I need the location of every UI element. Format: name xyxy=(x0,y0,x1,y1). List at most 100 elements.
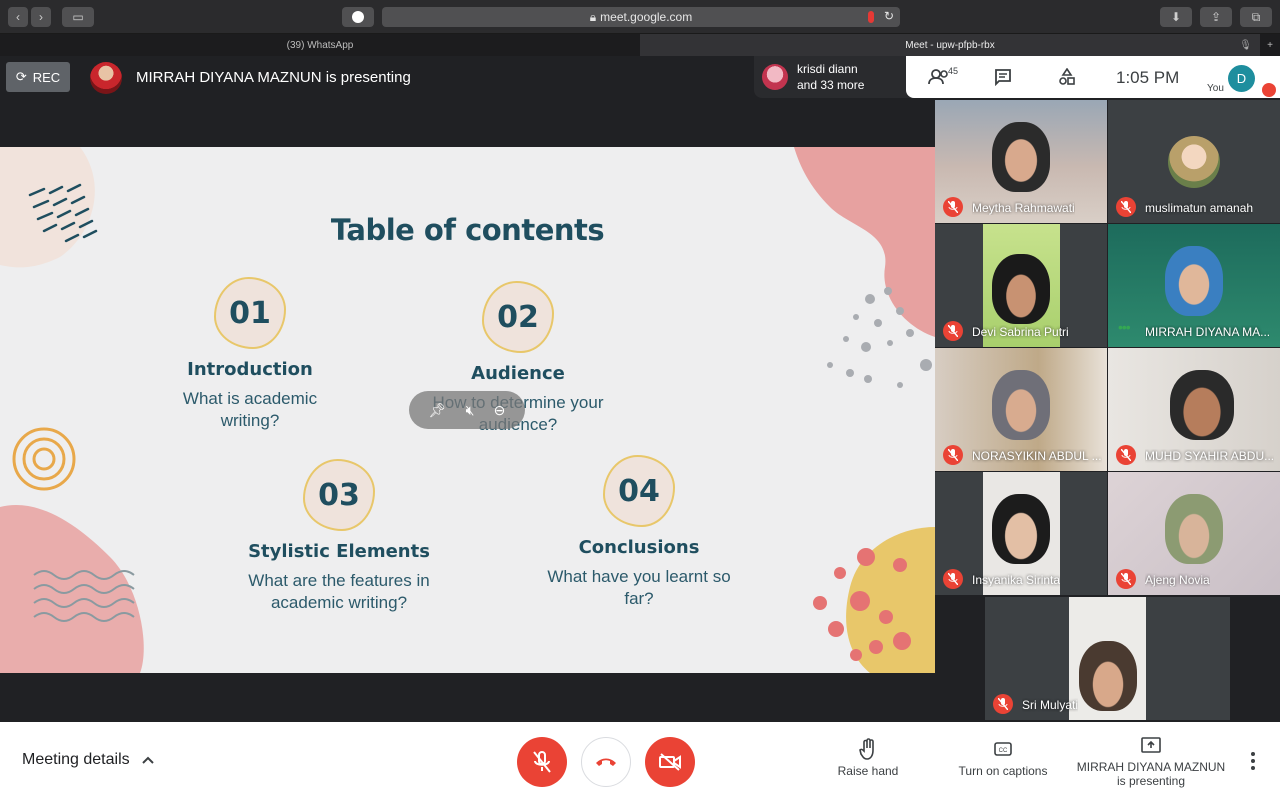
participant-name: Devi Sabrina Putri xyxy=(972,325,1069,339)
presenting-title: MIRRAH DIYANA MAZNUN is presenting xyxy=(136,69,411,86)
toc-number: 04 xyxy=(603,455,675,527)
tab-meet[interactable]: Meet - upw-pfpb-rbx 🎙︎ xyxy=(640,34,1260,56)
participant-tile[interactable]: muslimatun amanah xyxy=(1108,100,1280,223)
participant-count: 45 xyxy=(948,66,959,76)
toc-description: What have you learnt so far? xyxy=(547,567,731,608)
mic-off-icon xyxy=(943,569,963,589)
captions-button[interactable]: CC Turn on captions xyxy=(948,738,1058,778)
mic-off-icon xyxy=(1116,569,1136,589)
captions-icon: CC xyxy=(948,738,1058,760)
participant-name: MIRRAH DIYANA MA... xyxy=(1145,325,1271,339)
recording-icon: ⟳ xyxy=(15,69,27,84)
tab-label: Meet - upw-pfpb-rbx xyxy=(905,39,995,51)
others-count: and 33 more xyxy=(797,78,865,92)
present-now-button[interactable]: MIRRAH DIYANA MAZNUN is presenting xyxy=(1072,734,1230,788)
microphone-toggle-button[interactable] xyxy=(517,737,567,787)
meet-top-bar: ⟳ REC MIRRAH DIYANA MAZNUN is presenting… xyxy=(0,56,1280,100)
participant-tile[interactable]: Devi Sabrina Putri xyxy=(935,224,1107,347)
camera-off-icon xyxy=(659,753,681,771)
mic-off-icon xyxy=(943,321,963,341)
user-avatar[interactable]: D xyxy=(1228,65,1255,92)
tab-overview-button[interactable]: ⧉ xyxy=(1240,7,1272,27)
recording-indicator[interactable]: ⟳ REC xyxy=(6,62,70,92)
participant-name: Meytha Rahmawati xyxy=(972,201,1075,215)
more-options-button[interactable] xyxy=(1244,750,1262,772)
downloads-button[interactable]: ⬇ xyxy=(1160,7,1192,27)
participant-grid: Meytha Rahmawati muslimatun amanah Devi … xyxy=(935,100,1280,722)
meeting-controls-panel: 45 xyxy=(906,56,1280,98)
hand-icon xyxy=(828,738,908,760)
toc-heading: Conclusions xyxy=(578,537,700,558)
back-button[interactable]: ‹ xyxy=(8,7,28,27)
slide-title: Table of contents xyxy=(330,213,605,247)
toc-number: 02 xyxy=(482,281,554,353)
participant-name: Sri Mulyati xyxy=(1022,698,1079,712)
sidebar-toggle-button[interactable]: ▭ xyxy=(62,7,94,27)
new-tab-button[interactable]: + xyxy=(1260,34,1280,56)
captions-label: Turn on captions xyxy=(958,764,1048,778)
presenting-label-line2: is presenting xyxy=(1116,774,1186,788)
chevron-up-icon xyxy=(141,751,154,769)
meeting-clock: 1:05 PM xyxy=(1116,68,1180,87)
address-bar[interactable]: 🔒︎ meet.google.com ↻ xyxy=(382,7,900,27)
you-label: You xyxy=(1207,83,1224,94)
participant-tile[interactable]: ••• MIRRAH DIYANA MA... xyxy=(1108,224,1280,347)
svg-text:CC: CC xyxy=(999,748,1008,754)
participant-name: NORASYIKIN ABDUL ... xyxy=(972,449,1102,463)
toc-heading: Audience xyxy=(471,363,565,384)
presenting-label-line1: MIRRAH DIYANA MAZNUN xyxy=(1076,760,1226,774)
participant-tile[interactable]: Sri Mulyati xyxy=(985,597,1230,720)
meeting-details-button[interactable]: Meeting details xyxy=(22,751,154,769)
participant-tile[interactable]: MUHD SYAHIR ABDU... xyxy=(1108,348,1280,471)
meeting-details-label: Meeting details xyxy=(22,751,130,768)
speaker-pill[interactable]: krisdi diann and 33 more xyxy=(754,56,914,98)
share-button[interactable]: ⇪ xyxy=(1200,7,1232,27)
activities-icon[interactable] xyxy=(1054,64,1080,90)
mic-off-icon xyxy=(943,197,963,217)
participant-tile[interactable]: Insyanika Sirinta xyxy=(935,472,1107,595)
tab-bar: (39) WhatsApp Meet - upw-pfpb-rbx 🎙︎ + xyxy=(0,34,1280,56)
mute-icon[interactable]: 🔇︎ xyxy=(466,402,475,419)
toc-heading: Introduction xyxy=(187,359,313,380)
forward-button[interactable]: › xyxy=(31,7,51,27)
rec-label: REC xyxy=(32,69,61,85)
pin-icon[interactable]: 📌︎ xyxy=(429,402,447,419)
mic-off-icon xyxy=(1116,445,1136,465)
participant-tile[interactable]: NORASYIKIN ABDUL ... xyxy=(935,348,1107,471)
browser-toolbar: ‹ › ▭ 🔒︎ meet.google.com ↻ ⬇ ⇪ ⧉ xyxy=(0,0,1280,34)
presentation-slide: Table of contents 01 Introduction What i… xyxy=(0,147,935,673)
tab-label: (39) WhatsApp xyxy=(286,39,354,51)
microphone-icon: 🎙︎ xyxy=(1239,39,1252,51)
mic-off-icon xyxy=(943,445,963,465)
raise-hand-label: Raise hand xyxy=(837,764,899,778)
pin-mute-overlay[interactable]: 📌︎ 🔇︎ ⊖ xyxy=(409,391,525,429)
presentation-stage: Table of contents 01 Introduction What i… xyxy=(0,100,935,722)
toc-item-3: 03 Stylistic Elements What are the featu… xyxy=(209,459,469,614)
toc-item-1: 01 Introduction What is academic writing… xyxy=(120,277,380,432)
recording-mic-icon xyxy=(868,11,874,23)
mic-off-icon xyxy=(533,751,551,773)
avatar xyxy=(762,64,788,90)
lock-icon: 🔒︎ xyxy=(589,9,597,24)
participant-tile[interactable]: Meytha Rahmawati xyxy=(935,100,1107,223)
mic-off-icon xyxy=(993,694,1013,714)
remove-icon[interactable]: ⊖ xyxy=(494,402,506,419)
grammarly-extension-icon[interactable] xyxy=(342,7,374,27)
speaking-indicator: ••• xyxy=(1118,319,1131,335)
participant-tile[interactable]: Ajeng Novia xyxy=(1108,472,1280,595)
mic-off-icon xyxy=(1262,83,1276,97)
participant-name: MUHD SYAHIR ABDU... xyxy=(1145,449,1275,463)
speaker-name: krisdi diann xyxy=(797,62,858,76)
raise-hand-button[interactable]: Raise hand xyxy=(828,738,908,778)
toc-item-4: 04 Conclusions What have you learnt so f… xyxy=(509,455,769,610)
present-icon xyxy=(1072,734,1230,756)
toc-number: 03 xyxy=(303,459,375,531)
leave-call-button[interactable] xyxy=(581,737,631,787)
participant-name: Ajeng Novia xyxy=(1145,573,1210,587)
camera-toggle-button[interactable] xyxy=(645,737,695,787)
tab-whatsapp[interactable]: (39) WhatsApp xyxy=(0,34,640,56)
reload-icon[interactable]: ↻ xyxy=(884,9,894,23)
chat-icon[interactable] xyxy=(990,64,1016,90)
participant-name: muslimatun amanah xyxy=(1145,201,1254,215)
mic-off-icon xyxy=(1116,197,1136,217)
